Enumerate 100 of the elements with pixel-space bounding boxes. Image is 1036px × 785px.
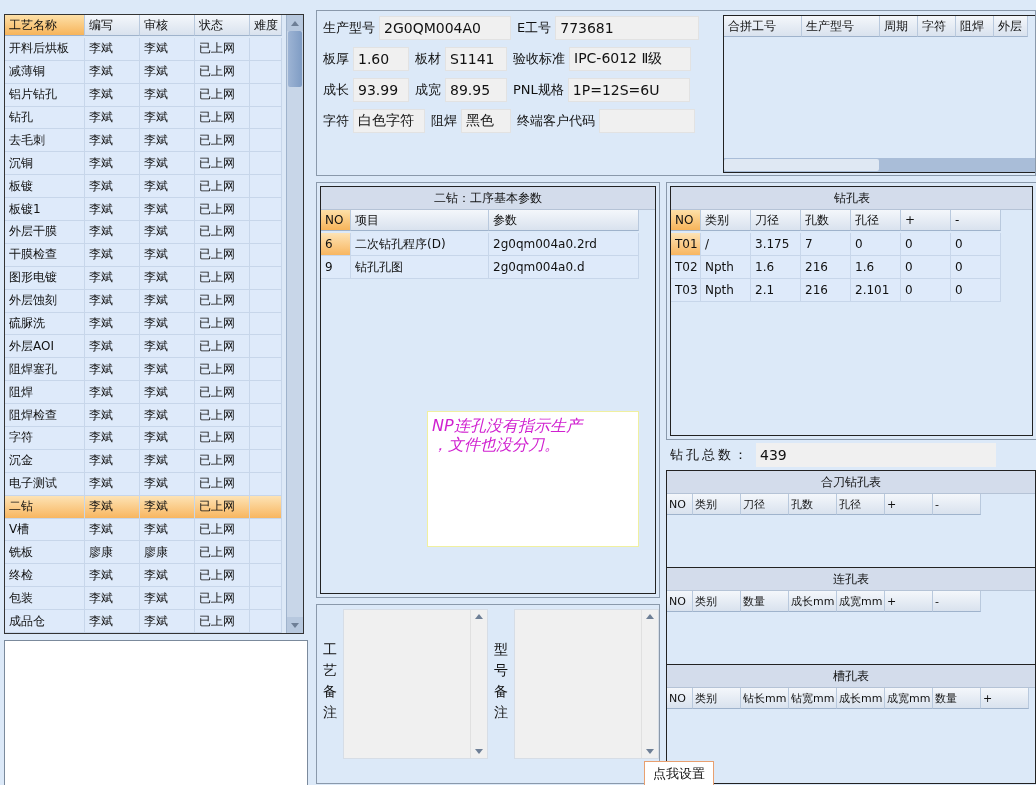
table-cell[interactable]: 李斌 [140, 335, 195, 359]
scroll-down-icon[interactable] [646, 749, 654, 754]
table-cell[interactable]: 李斌 [140, 564, 195, 588]
table-cell[interactable]: 终检 [5, 564, 85, 588]
table-cell[interactable]: 李斌 [85, 198, 140, 221]
table-cell[interactable]: 李斌 [140, 404, 195, 428]
table-cell[interactable]: 开料后烘板 [5, 37, 85, 61]
column-header[interactable]: 成宽mm [837, 591, 885, 612]
column-header[interactable]: NO [671, 210, 701, 231]
table-cell[interactable]: 李斌 [85, 312, 140, 336]
table-cell[interactable]: 已上网 [195, 541, 250, 565]
table-cell[interactable]: 板镀 [5, 175, 85, 199]
table-cell[interactable]: 已上网 [195, 564, 250, 588]
table-cell[interactable]: 李斌 [140, 152, 195, 176]
column-header[interactable]: 编写 [85, 15, 140, 36]
table-cell[interactable]: T03 [671, 279, 701, 302]
column-header[interactable]: NO [667, 591, 693, 612]
scroll-up-icon[interactable] [646, 614, 654, 619]
table-cell[interactable] [250, 610, 282, 634]
settings-button[interactable]: 点我设置 [644, 761, 714, 785]
table-cell[interactable]: 沉金 [5, 449, 85, 473]
table-cell[interactable]: 廖康 [140, 541, 195, 565]
table-cell[interactable]: 0 [851, 233, 901, 256]
table-cell[interactable]: 字符 [5, 427, 85, 450]
table-cell[interactable]: 廖康 [85, 541, 140, 565]
table-cell[interactable]: 李斌 [140, 449, 195, 473]
table-cell[interactable]: 李斌 [140, 358, 195, 382]
table-cell[interactable]: 已上网 [195, 129, 250, 153]
table-cell[interactable]: Npth [701, 256, 751, 279]
table-cell[interactable]: 李斌 [140, 472, 195, 496]
table-cell[interactable]: 李斌 [140, 198, 195, 221]
table-cell[interactable]: 216 [801, 279, 851, 302]
scrollbar-thumb[interactable] [288, 31, 302, 87]
table-cell[interactable]: 李斌 [140, 221, 195, 244]
column-header[interactable]: + [885, 591, 933, 612]
table-cell[interactable]: 铝片钻孔 [5, 83, 85, 107]
column-header[interactable]: 审核 [140, 15, 195, 36]
input-field[interactable]: 黑色 [461, 109, 511, 133]
table-cell[interactable]: / [701, 233, 751, 256]
table-cell[interactable]: 0 [901, 256, 951, 279]
table-cell[interactable]: T02 [671, 256, 701, 279]
table-cell[interactable]: 电子测试 [5, 472, 85, 496]
input-field[interactable]: 93.99 [353, 78, 409, 102]
table-cell[interactable]: 李斌 [85, 610, 140, 634]
scroll-down-icon[interactable] [291, 622, 299, 628]
column-header[interactable]: 生产型号 [802, 16, 880, 37]
table-cell[interactable]: 1.6 [751, 256, 801, 279]
table-cell[interactable]: 已上网 [195, 587, 250, 611]
table-cell[interactable]: 已上网 [195, 198, 250, 221]
column-header[interactable]: - [951, 210, 1001, 231]
table-cell[interactable]: 李斌 [85, 129, 140, 153]
vertical-scrollbar[interactable] [286, 15, 303, 633]
table-cell[interactable]: 已上网 [195, 83, 250, 107]
table-cell[interactable]: 李斌 [140, 106, 195, 130]
table-cell[interactable]: 李斌 [140, 495, 195, 519]
table-cell[interactable]: 李斌 [85, 175, 140, 199]
column-header[interactable]: NO [321, 210, 351, 231]
table-cell[interactable]: 沉铜 [5, 152, 85, 176]
table-cell[interactable]: 李斌 [85, 358, 140, 382]
table-cell[interactable]: 已上网 [195, 37, 250, 61]
table-cell[interactable]: 李斌 [140, 83, 195, 107]
table-cell[interactable]: 已上网 [195, 106, 250, 130]
table-cell[interactable]: 已上网 [195, 266, 250, 290]
table-cell[interactable]: 板镀1 [5, 198, 85, 221]
table-cell[interactable]: 铣板 [5, 541, 85, 565]
column-header[interactable]: 刀径 [741, 494, 789, 515]
table-cell[interactable]: 已上网 [195, 381, 250, 405]
table-cell[interactable]: 包装 [5, 587, 85, 611]
column-header[interactable]: 周期 [880, 16, 918, 37]
column-header[interactable]: 类别 [693, 688, 741, 709]
column-header[interactable]: 孔数 [801, 210, 851, 231]
column-header[interactable]: + [901, 210, 951, 231]
table-cell[interactable]: 外层蚀刻 [5, 289, 85, 313]
column-header[interactable]: 项目 [351, 210, 489, 231]
table-cell[interactable]: 李斌 [85, 587, 140, 611]
table-cell[interactable]: 李斌 [140, 610, 195, 634]
table-cell[interactable]: 李斌 [140, 381, 195, 405]
column-header[interactable]: 合拼工号 [724, 16, 802, 37]
column-header[interactable]: 类别 [693, 494, 741, 515]
table-cell[interactable]: 李斌 [85, 564, 140, 588]
column-header[interactable]: 数量 [741, 591, 789, 612]
table-cell[interactable]: 2g0qm004a0.d [489, 256, 639, 279]
remark-field[interactable] [343, 609, 488, 759]
column-header[interactable]: 刀径 [751, 210, 801, 231]
table-cell[interactable]: 已上网 [195, 449, 250, 473]
scroll-up-icon[interactable] [291, 20, 299, 26]
table-cell[interactable]: 6 [321, 233, 351, 256]
table-cell[interactable]: 干膜检查 [5, 243, 85, 267]
column-header[interactable]: 难度 [250, 15, 282, 36]
table-cell[interactable]: 阻焊塞孔 [5, 358, 85, 382]
table-cell[interactable]: 已上网 [195, 495, 250, 519]
table-cell[interactable]: 李斌 [85, 152, 140, 176]
table-cell[interactable]: 已上网 [195, 152, 250, 176]
table-cell[interactable]: 2.101 [851, 279, 901, 302]
column-header[interactable]: 参数 [489, 210, 639, 231]
table-cell[interactable]: 已上网 [195, 289, 250, 313]
table-cell[interactable]: 李斌 [85, 243, 140, 267]
table-cell[interactable] [250, 472, 282, 496]
table-cell[interactable]: 李斌 [85, 60, 140, 84]
table-cell[interactable]: 李斌 [85, 404, 140, 428]
